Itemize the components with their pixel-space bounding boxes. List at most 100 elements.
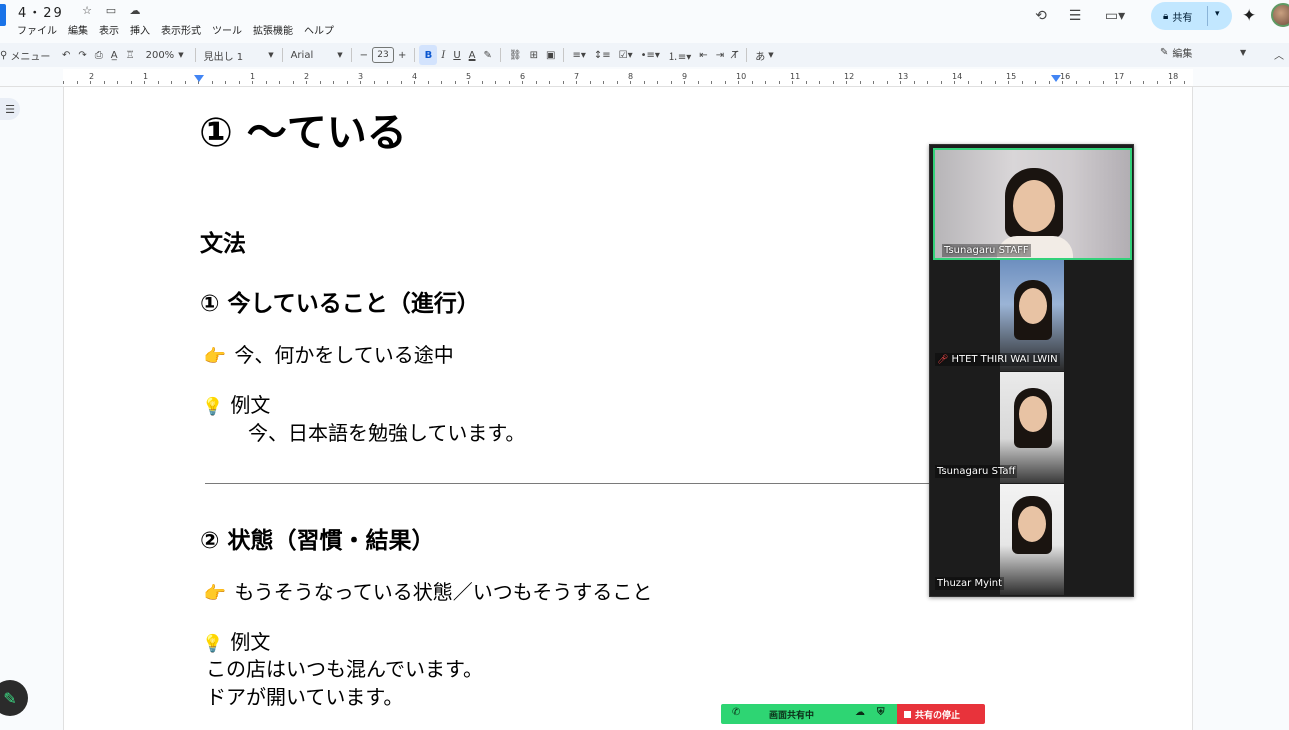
right-indent-marker[interactable]: [1051, 75, 1061, 82]
italic-button[interactable]: I: [437, 45, 449, 65]
add-comment-icon[interactable]: ⊞: [526, 45, 542, 65]
toolbar-divider: [281, 48, 283, 62]
ruler-tick: [725, 81, 726, 84]
ruler-number: 17: [1114, 72, 1125, 81]
menu-insert[interactable]: 挿入: [130, 22, 150, 37]
toolbar-divider: [499, 48, 501, 62]
text-color-button[interactable]: A: [465, 45, 480, 65]
paragraph-meaning-2[interactable]: 👉 もうそうなっている状態／いつもそうすること: [202, 576, 653, 605]
font-select[interactable]: Arial ▼: [287, 45, 347, 65]
menu-file[interactable]: ファイル: [17, 22, 57, 37]
ruler-tick: [617, 81, 618, 84]
redo-icon[interactable]: ↷: [74, 45, 90, 65]
menu-help[interactable]: ヘルプ: [304, 22, 334, 37]
insert-image-icon[interactable]: ▣: [542, 45, 559, 65]
share-divider: [1207, 6, 1208, 26]
ruler-tick: [698, 81, 699, 84]
spellcheck-icon[interactable]: A̲: [107, 45, 122, 65]
ruler[interactable]: 2 1 1 2 3 4 5 6 7 8 9 10 11 12 13 14 15 16 17 18: [0, 69, 1289, 87]
style-select[interactable]: 見出し 1 ▼: [200, 45, 278, 65]
comment-icon[interactable]: ☰: [1064, 5, 1086, 27]
paragraph-example-label-1[interactable]: 💡 例文: [202, 389, 270, 418]
decrease-indent-icon[interactable]: ⇤: [695, 45, 711, 65]
ruler-tick: [239, 81, 240, 84]
editing-mode-label: 編集: [1172, 49, 1193, 60]
heading-section-2[interactable]: ② 状態（習慣・結果）: [200, 521, 434, 555]
ruler-tick: [387, 81, 388, 84]
paragraph-example-2b[interactable]: ドアが開いています。: [206, 681, 403, 710]
gemini-sparkle-icon[interactable]: ✦: [1242, 6, 1256, 26]
left-indent-marker[interactable]: [194, 75, 204, 82]
increase-indent-icon[interactable]: ⇥: [712, 45, 728, 65]
screen-share-status[interactable]: ✆ 画面共有中 ☁ ⛨: [721, 704, 897, 724]
menu-format[interactable]: 表示形式: [161, 22, 201, 37]
ruler-tick: [563, 81, 564, 84]
ruler-tick: [860, 81, 861, 84]
zoom-select[interactable]: 200% ▼: [139, 45, 191, 65]
chevron-down-icon[interactable]: ▾: [1215, 9, 1220, 19]
clear-formatting-icon[interactable]: T̸: [728, 45, 742, 65]
ruler-tick: [549, 81, 550, 84]
paint-format-icon[interactable]: ♖: [122, 45, 139, 65]
menu-view[interactable]: 表示: [99, 22, 119, 37]
underline-button[interactable]: U: [449, 45, 464, 65]
participant-tile[interactable]: [1000, 484, 1064, 595]
ruler-number: 10: [736, 72, 747, 81]
ruler-track[interactable]: 2 1 1 2 3 4 5 6 7 8 9 10 11 12 13 14 15 16 17 18: [63, 69, 1193, 86]
search-menus[interactable]: ⚲ メニュー: [0, 45, 58, 65]
video-call-panel[interactable]: Tsunagaru STAFF 🎤︎ HTET THIRI WAI LWIN Ts…: [929, 144, 1134, 597]
chevron-down-icon[interactable]: ▼: [1240, 48, 1246, 57]
toolbar-divider: [194, 48, 196, 62]
link-icon[interactable]: ⛓: [505, 45, 526, 65]
history-icon[interactable]: ⟲: [1030, 5, 1052, 27]
font-size-input[interactable]: 23: [371, 47, 394, 63]
star-icon[interactable]: ☆: [80, 4, 94, 17]
avatar[interactable]: [1271, 3, 1289, 27]
ruler-number: 7: [574, 72, 580, 81]
undo-icon[interactable]: ↶: [58, 45, 74, 65]
ruler-tick: [428, 81, 429, 84]
ruler-tick: [131, 81, 132, 84]
decrease-font-size-button[interactable]: −: [356, 45, 372, 65]
participant-tile[interactable]: Tsunagaru STAFF: [933, 148, 1132, 260]
folder-move-icon[interactable]: ▭: [104, 4, 118, 17]
zoom-value: 200%: [145, 49, 175, 61]
ruler-tick: [293, 81, 294, 84]
heading-section-1[interactable]: ① 今していること（進行）: [200, 284, 480, 318]
participant-name: HTET THIRI WAI LWIN: [951, 354, 1058, 365]
ruler-number: 13: [898, 72, 909, 81]
checklist-icon[interactable]: ☑▾: [615, 45, 637, 65]
bold-button[interactable]: B: [419, 45, 438, 65]
share-button[interactable]: 🔒︎ 共有 ▾: [1151, 2, 1232, 30]
heading-1[interactable]: ① 〜ている: [199, 100, 407, 158]
paragraph-meaning-1[interactable]: 👉 今、何かをしている途中: [202, 339, 454, 368]
editing-mode-button[interactable]: ✎ 編集: [1160, 45, 1192, 60]
ruler-tick: [1184, 81, 1185, 84]
heading-grammar[interactable]: 文法: [200, 224, 246, 258]
ruler-tick: [590, 81, 591, 84]
ruler-tick: [482, 81, 483, 84]
ruler-tick: [1130, 81, 1131, 84]
align-icon[interactable]: ≡▾: [568, 45, 589, 65]
video-call-icon[interactable]: ▭▾: [1098, 5, 1132, 27]
stop-share-button[interactable]: 共有の停止: [897, 704, 985, 724]
input-tools-button[interactable]: あ ▼: [751, 45, 777, 65]
highlight-icon[interactable]: ✎: [480, 45, 496, 65]
menu-extensions[interactable]: 拡張機能: [253, 22, 293, 37]
menu-tools[interactable]: ツール: [212, 22, 242, 37]
increase-font-size-button[interactable]: +: [394, 45, 410, 65]
paragraph-example-2a[interactable]: この店はいつも混んでいます。: [206, 653, 483, 682]
line-spacing-icon[interactable]: ↕≡: [590, 45, 615, 65]
paragraph-example-1[interactable]: 今、日本語を勉強しています。: [248, 417, 525, 446]
ruler-tick: [90, 81, 91, 84]
docs-logo-icon[interactable]: [0, 4, 6, 26]
cloud-status-icon[interactable]: ☁: [128, 4, 142, 17]
menu-edit[interactable]: 編集: [68, 22, 88, 37]
numbered-list-icon[interactable]: ⒈≡▾: [664, 45, 695, 65]
bulleted-list-icon[interactable]: •≡▾: [637, 45, 664, 65]
print-icon[interactable]: ⎙: [91, 45, 107, 65]
chevron-up-icon[interactable]: ︿: [1274, 47, 1284, 62]
example-label-text: 例文: [230, 630, 271, 654]
document-title[interactable]: 4・29: [18, 2, 64, 21]
paragraph-example-label-2[interactable]: 💡 例文: [202, 626, 270, 655]
